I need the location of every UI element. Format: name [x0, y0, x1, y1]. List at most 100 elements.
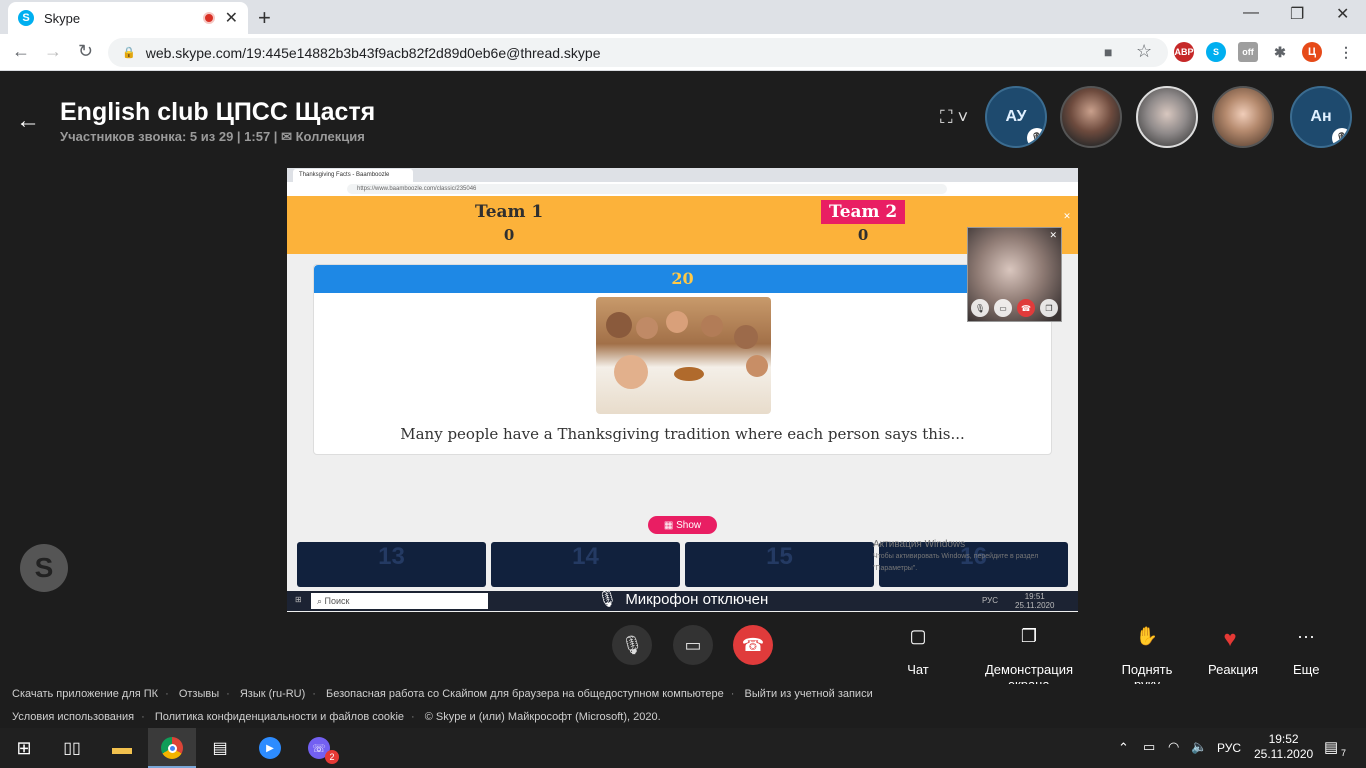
restore-icon[interactable]: ❐	[1290, 4, 1304, 24]
board-tile: 14	[491, 542, 680, 587]
participant-avatar[interactable]: Ан 🎙	[1290, 86, 1352, 148]
activation-text: Чтобы активировать Windows, перейдите в …	[873, 553, 1039, 572]
profile-avatar[interactable]: Ц	[1302, 42, 1322, 62]
shared-search-label: Поиск	[324, 596, 350, 606]
back-arrow-icon[interactable]: ←	[16, 107, 40, 135]
call-participants-info: Участников звонка: 5 из 29 | 1:57 |	[60, 129, 278, 144]
muted-mic-icon: 🎙	[1332, 128, 1350, 146]
board-tile: 13	[297, 542, 486, 587]
heart-icon: ♥	[1223, 626, 1237, 651]
close-tab-icon[interactable]: ✕	[225, 8, 238, 28]
raise-hand-button[interactable]: ✋ Поднять руку	[1110, 626, 1184, 692]
chat-button[interactable]: ▢ Чат	[905, 626, 931, 677]
menu-kebab-icon[interactable]: ⋮	[1336, 42, 1356, 62]
shared-time: 19:51	[1024, 592, 1045, 601]
footer-link[interactable]: Безопасная работа со Скайпом для браузер…	[326, 688, 724, 700]
more-dots-icon: ···	[1297, 626, 1315, 646]
layout-switch-icon[interactable]: ⛶ ˅	[940, 107, 968, 128]
pip-hangup-icon: ☎	[1017, 299, 1035, 317]
lock-icon: 🔒	[122, 47, 136, 59]
notification-count: 7	[1341, 748, 1347, 758]
pip-close-icon: ✕	[1049, 230, 1057, 240]
team1-name: Team 1	[475, 202, 544, 222]
call-title: English club ЦПСС Щастя	[60, 98, 376, 126]
mic-muted-text: Микрофон отключен	[625, 590, 769, 608]
browser-tab[interactable]: S Skype ✕	[8, 2, 248, 34]
footer: Скачать приложение для ПК · Отзывы · Язык …	[0, 684, 1366, 728]
tray-clock[interactable]: 19:52 25.11.2020	[1254, 732, 1313, 762]
browser-tabbar: S Skype ✕ + — ❐ ✕	[0, 0, 1366, 34]
pip-camera-icon: ▭	[994, 299, 1012, 317]
camera-icon[interactable]: ■	[1104, 44, 1112, 60]
adblock-icon[interactable]: ABP	[1174, 42, 1194, 62]
back-icon[interactable]: ←	[12, 41, 30, 62]
windows-start-icon[interactable]: ⊞	[10, 734, 38, 762]
team2: Team 2 0	[821, 200, 906, 244]
question-card: 20 Many people have a Thanksgiving tradi…	[313, 264, 1052, 455]
mute-mic-button[interactable]: 🎙	[612, 625, 652, 665]
footer-link[interactable]: Политика конфиденциальности и файлов coo…	[155, 711, 404, 723]
mic-off-icon: 🎙	[620, 634, 644, 655]
participant-avatar[interactable]	[1136, 86, 1198, 148]
team2-name: Team 2	[821, 200, 906, 224]
new-tab-button[interactable]: +	[258, 5, 271, 31]
minimize-icon[interactable]: —	[1243, 4, 1259, 22]
participant-avatar[interactable]: АУ 🎙	[985, 86, 1047, 148]
chat-icon: ▢	[909, 626, 927, 646]
question-text: Many people have a Thanksgiving traditio…	[400, 425, 965, 443]
wifi-icon[interactable]: ◠	[1168, 739, 1179, 755]
url-field[interactable]: 🔒 web.skype.com/19:445e14882b3b43f9acb82…	[108, 38, 1168, 67]
shared-addressbar: https://www.baamboozle.com/classic/23504…	[287, 182, 1078, 196]
skype-extension-icon[interactable]: S	[1206, 42, 1226, 62]
battery-icon[interactable]: ▭	[1143, 739, 1155, 755]
recording-icon	[202, 12, 215, 24]
reload-icon[interactable]: ↻	[78, 41, 93, 62]
reaction-button[interactable]: ♥ Реакция	[1208, 626, 1258, 677]
footer-link[interactable]: Язык (ru-RU)	[240, 688, 305, 700]
footer-link[interactable]: Скачать приложение для ПК	[12, 688, 158, 700]
raise-hand-icon: ✋	[1135, 626, 1159, 646]
more-button[interactable]: ··· Еще	[1293, 626, 1319, 677]
footer-link[interactable]: Условия использования	[12, 711, 134, 723]
shared-search-icon: ⌕	[317, 596, 325, 606]
chat-label: Чат	[907, 662, 929, 677]
notifications-icon[interactable]: ▤	[1324, 738, 1338, 756]
show-button: ▦ Show	[648, 516, 717, 534]
self-video-preview: ✕ 🎙 ▭ ☎ ❐	[967, 227, 1062, 322]
close-window-icon[interactable]: ✕	[1336, 4, 1349, 24]
puzzle-icon[interactable]: ✱	[1270, 42, 1290, 62]
bookmark-star-icon[interactable]: ☆	[1136, 41, 1152, 62]
collection-link[interactable]: Коллекция	[296, 129, 365, 144]
chrome-icon[interactable]	[158, 734, 186, 762]
pip-expand-icon: ❐	[1040, 299, 1058, 317]
hang-up-button[interactable]: ☎	[733, 625, 773, 665]
zoom-icon[interactable]: ▶	[256, 734, 284, 762]
viber-icon[interactable]: ☏ 2	[305, 734, 339, 764]
scanner-app-icon[interactable]: ▤	[206, 734, 234, 762]
forward-icon[interactable]: →	[44, 41, 62, 62]
call-subtitle: Участников звонка: 5 из 29 | 1:57 | ✉ Ко…	[60, 129, 365, 145]
task-view-icon[interactable]: ▯▯	[58, 734, 86, 762]
close-circle-icon: ✕	[1060, 209, 1074, 223]
pip-mic-icon: 🎙	[971, 299, 989, 317]
camera-off-button[interactable]: ▭	[673, 625, 713, 665]
tray-language[interactable]: РУС	[1217, 741, 1241, 755]
address-bar: ← → ↻ 🔒 web.skype.com/19:445e14882b3b43f…	[0, 34, 1366, 71]
footer-link[interactable]: Выйти из учетной записи	[745, 688, 873, 700]
collection-icon: ✉	[281, 129, 296, 144]
team1: Team 1 0	[475, 202, 543, 244]
mic-off-icon: 🎙	[597, 591, 618, 608]
participant-avatar[interactable]	[1212, 86, 1274, 148]
share-screen-button[interactable]: ❐ Демонстрация экрана	[968, 626, 1090, 692]
share-screen-icon: ❐	[1020, 626, 1038, 646]
show-label: Show	[676, 519, 702, 531]
shared-search-box: ⌕ Поиск	[311, 593, 488, 609]
participant-avatar[interactable]	[1060, 86, 1122, 148]
shared-tabbar: Thanksgiving Facts - Baamboozle	[287, 168, 1078, 182]
extension-off-icon[interactable]: off	[1238, 42, 1258, 62]
shared-tray-lang: РУС	[982, 596, 999, 605]
volume-icon[interactable]: 🔈	[1191, 739, 1207, 755]
file-explorer-icon[interactable]: ▬	[108, 734, 136, 762]
tray-chevron-icon[interactable]: ⌃	[1118, 740, 1129, 756]
footer-link[interactable]: Отзывы	[179, 688, 219, 700]
